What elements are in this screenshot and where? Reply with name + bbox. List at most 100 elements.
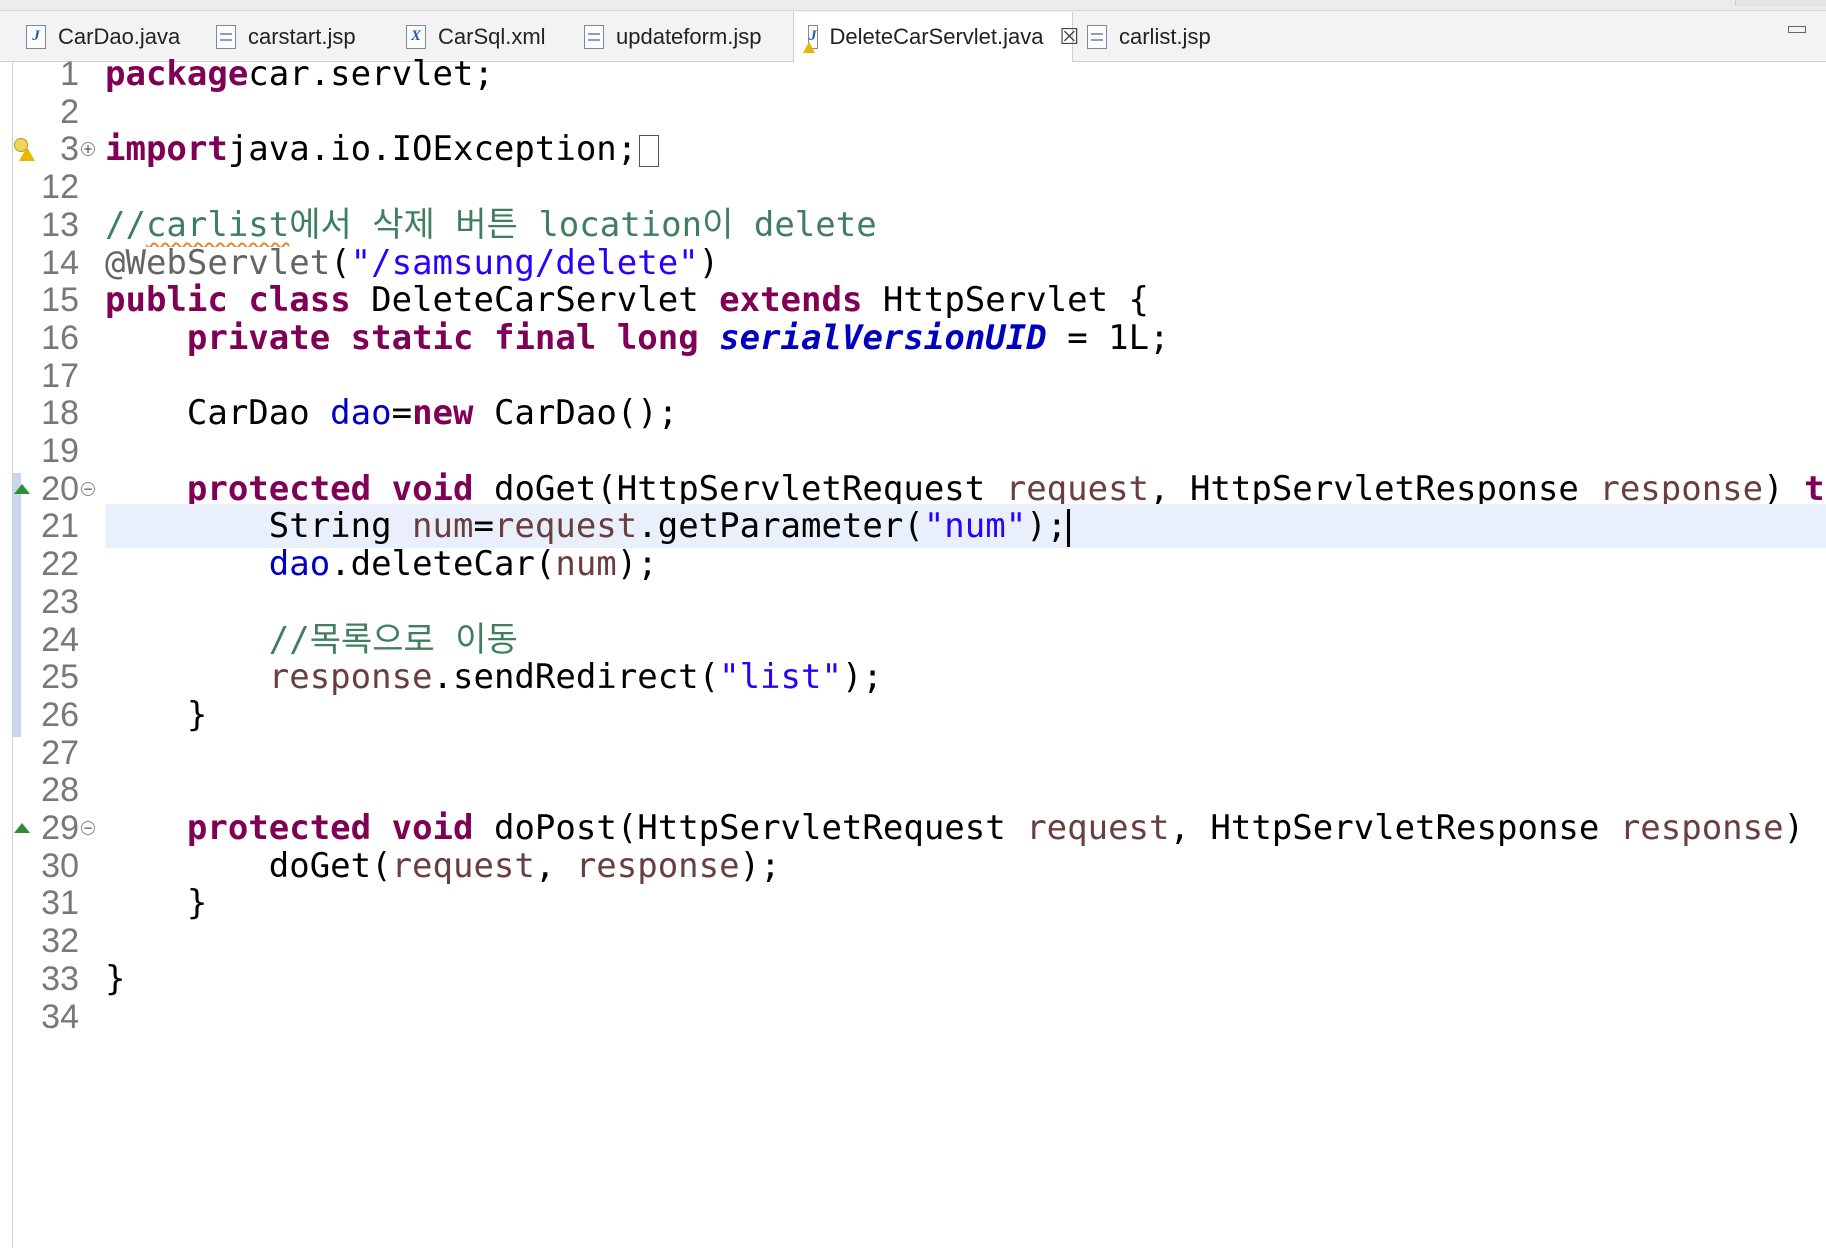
code-token: void [391, 468, 474, 509]
code-token: ); [841, 657, 883, 698]
xml-file-icon: X [406, 24, 426, 49]
code-token: CarDao [105, 393, 331, 434]
code-token: num [555, 544, 617, 585]
code-token: } [105, 883, 208, 924]
java-file-icon: J [26, 24, 46, 49]
code-token: response [268, 657, 433, 698]
code-token: package [105, 54, 249, 94]
java-file-warning-icon: J [803, 25, 818, 53]
code-token: = [391, 393, 413, 434]
code-token: // [105, 204, 146, 245]
code-token: dao [330, 393, 392, 434]
code-token: "/samsung/delete" [350, 242, 699, 283]
code-token: , HttpServletResponse [1149, 468, 1600, 509]
code-token: ); [1026, 506, 1068, 547]
code-token: request [1005, 468, 1150, 509]
jsp-file-icon [1087, 24, 1107, 49]
code-token: @WebServlet [105, 242, 331, 283]
code-token: throws [1804, 468, 1826, 509]
jsp-file-icon [584, 24, 604, 49]
code-token: ); [616, 544, 658, 585]
code-token: ) [1783, 808, 1825, 848]
code-token: long [616, 317, 699, 358]
tab-bar-corner [1735, 0, 1826, 6]
code-token: = [473, 506, 494, 547]
code-token: String [105, 506, 413, 547]
code-token: import [105, 129, 228, 170]
code-token: .deleteCar( [330, 544, 556, 585]
code-token: final [493, 317, 597, 358]
collapse-fold-icon[interactable]: − [81, 821, 95, 835]
code-token: void [391, 808, 474, 848]
tab-label: DeleteCarServlet.java [829, 24, 1044, 49]
expand-fold-icon[interactable]: + [81, 142, 95, 157]
code-token: .getParameter( [637, 506, 924, 547]
code-token: //목록으로 이동 [268, 619, 518, 660]
code-token: CarDao(); [473, 393, 679, 434]
code-token: } [105, 958, 126, 999]
code-token: } [105, 694, 208, 735]
collapsed-imports-indicator[interactable] [639, 134, 660, 167]
code-token: HttpServlet { [862, 280, 1150, 321]
code-token: response [575, 845, 740, 886]
tab-label: CarDao.java [58, 23, 181, 49]
code-token: doGet( [105, 845, 392, 886]
code-token: request [1026, 808, 1170, 848]
jsp-file-icon [216, 24, 236, 49]
code-token: , [534, 845, 576, 886]
code-token: "list" [719, 657, 842, 698]
tab-label: carlist.jsp [1119, 23, 1211, 49]
collapse-fold-icon[interactable]: − [81, 481, 95, 496]
code-token: ( [330, 242, 351, 283]
code-token: ); [739, 845, 781, 886]
code-token: doGet(HttpServletRequest [473, 468, 1006, 509]
code-token: serialVersionUID [719, 317, 1047, 358]
tab-bar-top-strip [0, 0, 1826, 11]
minimize-editor-button[interactable] [1788, 26, 1806, 33]
tab-label: CarSql.xml [438, 23, 546, 49]
code-token: protected [186, 808, 372, 848]
code-token: response [1599, 468, 1764, 509]
code-token: DeleteCarServlet [350, 280, 720, 321]
code-token: protected [186, 468, 372, 509]
code-token: public [105, 280, 228, 321]
tab-label: carstart.jsp [248, 23, 356, 49]
code-token: ) [1763, 468, 1805, 509]
code-token: class [248, 280, 351, 321]
code-line[interactable]: 34 [13, 995, 1826, 1039]
code-token: = 1L; [1046, 317, 1170, 358]
code-token: request [493, 506, 638, 547]
code-token: .sendRedirect( [432, 657, 720, 698]
code-token: dao [268, 544, 331, 585]
line-number: 34 [41, 997, 79, 1036]
code-editor[interactable]: 1 packagecar.servlet; 2 3 + importjava.io.IOE… [12, 54, 1826, 1248]
code-token: "num" [923, 506, 1027, 547]
code-token: static [350, 317, 474, 358]
tab-label: updateform.jsp [616, 23, 762, 49]
code-token: ) [698, 242, 720, 283]
code-token: 에서 삭제 버튼 location이 delete [289, 204, 877, 245]
code-token: doPost(HttpServletRequest [473, 808, 1027, 848]
code-token: , HttpServletResponse [1169, 808, 1620, 848]
code-token: num [412, 506, 474, 547]
code-token: carlist [145, 204, 290, 245]
code-token: java.io.IOException; [227, 129, 638, 170]
code-token: car.servlet; [248, 54, 494, 94]
code-token: response [1619, 808, 1784, 848]
code-token: request [391, 845, 535, 886]
code-token: extends [719, 280, 863, 321]
code-token: new [412, 393, 474, 434]
